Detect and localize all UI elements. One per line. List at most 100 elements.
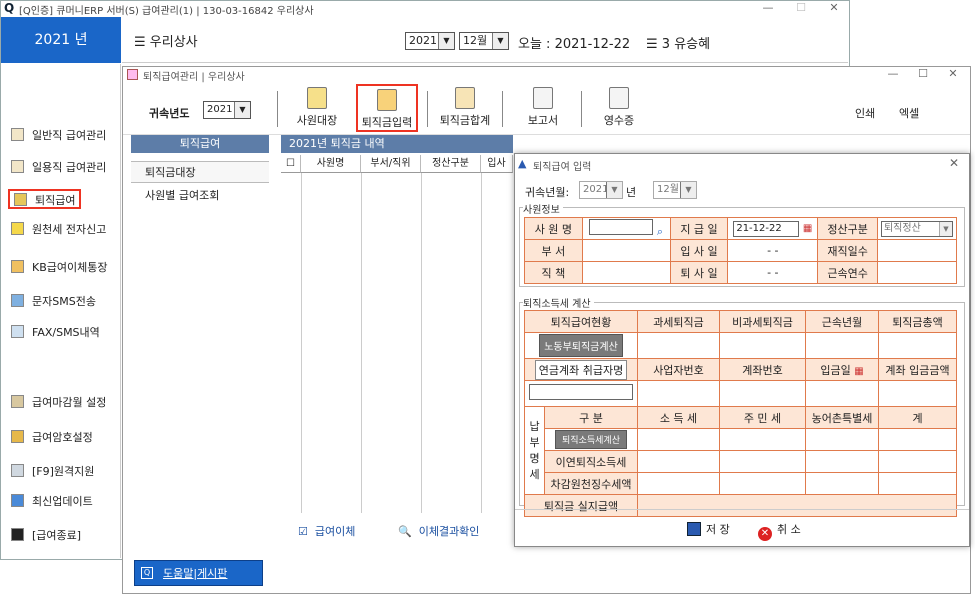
sidebar-item-kb-transfer[interactable]: KB급여이체통장 — [11, 258, 107, 278]
envelope-icon — [11, 325, 24, 338]
help-board-link[interactable]: Q 도움말|게시판 — [134, 560, 263, 586]
sidebar-item-remote[interactable]: [F9]원격지원 — [11, 462, 94, 482]
kind-label: 구 분 — [544, 406, 638, 429]
emp-name-cell: ⌕ — [581, 217, 671, 240]
calendar-icon[interactable]: ▦ — [803, 223, 812, 234]
close-icon[interactable]: ✕ — [819, 1, 849, 14]
printer-icon — [609, 87, 629, 109]
sidebar-item-close-month[interactable]: 급여마감월 설정 — [11, 393, 106, 413]
company-name[interactable]: ☰ 우리상사 — [134, 31, 198, 50]
emp-name-input[interactable] — [589, 218, 654, 235]
sidebar-item-fax[interactable]: FAX/SMS내역 — [11, 323, 100, 343]
user-label: 3 유승혜 — [661, 37, 711, 52]
period-label: 귀속년월: — [525, 186, 570, 199]
sidebar-item-label: 급여마감월 설정 — [32, 396, 107, 409]
side-char: 세 — [529, 467, 540, 481]
grid-col-hire[interactable]: 입사 — [481, 155, 513, 173]
grid-col-settle[interactable]: 정산구분 — [421, 155, 481, 173]
total-label: 퇴직금총액 — [878, 310, 957, 333]
pension-name-input[interactable] — [529, 384, 633, 400]
dialog-month-select[interactable]: 12월 ▼ — [653, 181, 697, 199]
chevron-down-icon: ▼ — [234, 102, 250, 118]
download-icon — [11, 494, 24, 507]
grid-col-name[interactable]: 사원명 — [301, 155, 361, 173]
total-value — [878, 332, 957, 359]
net-pay-value — [637, 494, 957, 517]
lock-icon — [11, 430, 24, 443]
grid-checkbox-col[interactable]: ☐ — [281, 155, 301, 173]
help-link-label: 도움말|게시판 — [163, 567, 228, 580]
settle-type-select[interactable]: 퇴직정산 ▼ — [880, 220, 953, 237]
year-select-value: 2021 — [409, 34, 437, 47]
close-icon[interactable]: ✕ — [949, 156, 959, 170]
maximize-icon[interactable]: ☐ — [908, 67, 938, 80]
deposit-date-text: 입금일 — [820, 363, 851, 377]
pension-button[interactable]: 연금계좌 취급자명 — [534, 359, 628, 380]
toolbar-separator — [581, 91, 582, 127]
sidebar-item-label: 일반직 급여관리 — [32, 129, 107, 142]
prev-income-tax — [637, 450, 720, 473]
print-button[interactable]: 인쇄 — [855, 105, 875, 121]
month-select[interactable]: 12월 ▼ — [459, 32, 509, 50]
settle-type-value: 퇴직정산 — [883, 222, 921, 234]
hire-date-value: - - — [727, 239, 819, 262]
maximize-icon[interactable]: ☐ — [786, 1, 816, 14]
year-tile[interactable]: 2021 년 — [1, 17, 121, 63]
transfer-result-label: 이체결과확인 — [418, 525, 480, 538]
sum-value — [878, 428, 957, 451]
year-select[interactable]: 2021 ▼ — [405, 32, 455, 50]
sub-year-select[interactable]: 2021 ▼ — [203, 101, 251, 119]
employee-ledger-button[interactable]: 사원대장 — [295, 87, 339, 131]
save-button[interactable]: 저 장 — [687, 521, 730, 537]
retirement-input-button[interactable]: 퇴직금입력 — [356, 84, 418, 132]
minimize-icon[interactable]: — — [753, 1, 783, 14]
sidebar-item-tax-filing[interactable]: 원천세 전자신고 — [11, 220, 106, 240]
biz-no-value — [637, 380, 720, 407]
chevron-down-icon: ▼ — [606, 182, 622, 198]
left-item-employee-query[interactable]: 사원별 급여조회 — [131, 185, 269, 207]
sidebar-item-general-payroll[interactable]: 일반직 급여관리 — [11, 126, 106, 146]
dept-label: 부 서 — [524, 239, 583, 262]
cancel-button[interactable]: ✕ 취 소 — [758, 521, 801, 541]
left-panel: 퇴직급여 퇴직금대장 사원별 급여조회 — [131, 135, 269, 515]
receipt-button[interactable]: 영수증 — [601, 87, 637, 131]
sidebar-item-update[interactable]: 최신업데이트 — [11, 492, 93, 512]
deposit-date-label: 입금일 ▦ — [805, 358, 879, 381]
company-label: 우리상사 — [149, 35, 198, 50]
net-pay-label: 퇴직금 실지급액 — [524, 494, 638, 517]
left-item-ledger[interactable]: 퇴직금대장 — [131, 161, 269, 183]
tax-calc-button[interactable]: 퇴직소득세계산 — [555, 430, 627, 449]
sidebar-item-password[interactable]: 급여암호설정 — [11, 428, 93, 448]
grid-col-dept[interactable]: 부서/직위 — [361, 155, 421, 173]
taxable-label: 과세퇴직금 — [637, 310, 720, 333]
excel-button[interactable]: 엑셀 — [899, 105, 919, 121]
dept-value — [581, 239, 671, 262]
sidebar-item-daily-payroll[interactable]: 일용직 급여관리 — [11, 158, 106, 178]
retirement-total-button[interactable]: 퇴직금합계 — [439, 87, 491, 131]
bottom-links: ☑ 급여이체 🔍 이체결과확인 — [298, 523, 479, 539]
calendar-icon[interactable]: ▦ — [854, 366, 863, 377]
sidebar-item-exit[interactable]: [급여종료] — [11, 526, 81, 546]
sidebar-item-retirement[interactable]: 퇴직급여 — [8, 189, 82, 209]
transfer-result-link[interactable]: 🔍 이체결과확인 — [398, 523, 479, 539]
search-icon[interactable]: ⌕ — [657, 225, 663, 238]
save-icon — [687, 522, 701, 536]
report-button[interactable]: 보고서 — [525, 87, 561, 131]
toolbar-label: 퇴직금입력 — [361, 116, 413, 129]
pay-date-label: 지 급 일 — [669, 217, 729, 240]
labor-calc-button[interactable]: 노동부퇴직금계산 — [539, 334, 623, 357]
pay-date-input[interactable]: 21-12-22 — [733, 220, 800, 237]
payroll-transfer-check[interactable]: ☑ 급여이체 — [298, 525, 355, 538]
year-label: 귀속년도 — [149, 107, 190, 120]
grid-header: 2021년 퇴직금 내역 — [281, 135, 513, 153]
employee-group-label: 사원정보 — [523, 201, 563, 216]
user-info[interactable]: ☰ 3 유승혜 — [646, 33, 710, 52]
edit-user-icon — [377, 89, 397, 111]
clipboard-icon — [11, 395, 24, 408]
minimize-icon[interactable]: — — [878, 67, 908, 80]
help-icon: Q — [141, 567, 153, 579]
toolbar-separator — [502, 91, 503, 127]
sidebar-item-sms[interactable]: 문자SMS전송 — [11, 292, 96, 312]
dialog-year-select[interactable]: 2021 ▼ — [579, 181, 623, 199]
close-icon[interactable]: ✕ — [938, 67, 968, 80]
